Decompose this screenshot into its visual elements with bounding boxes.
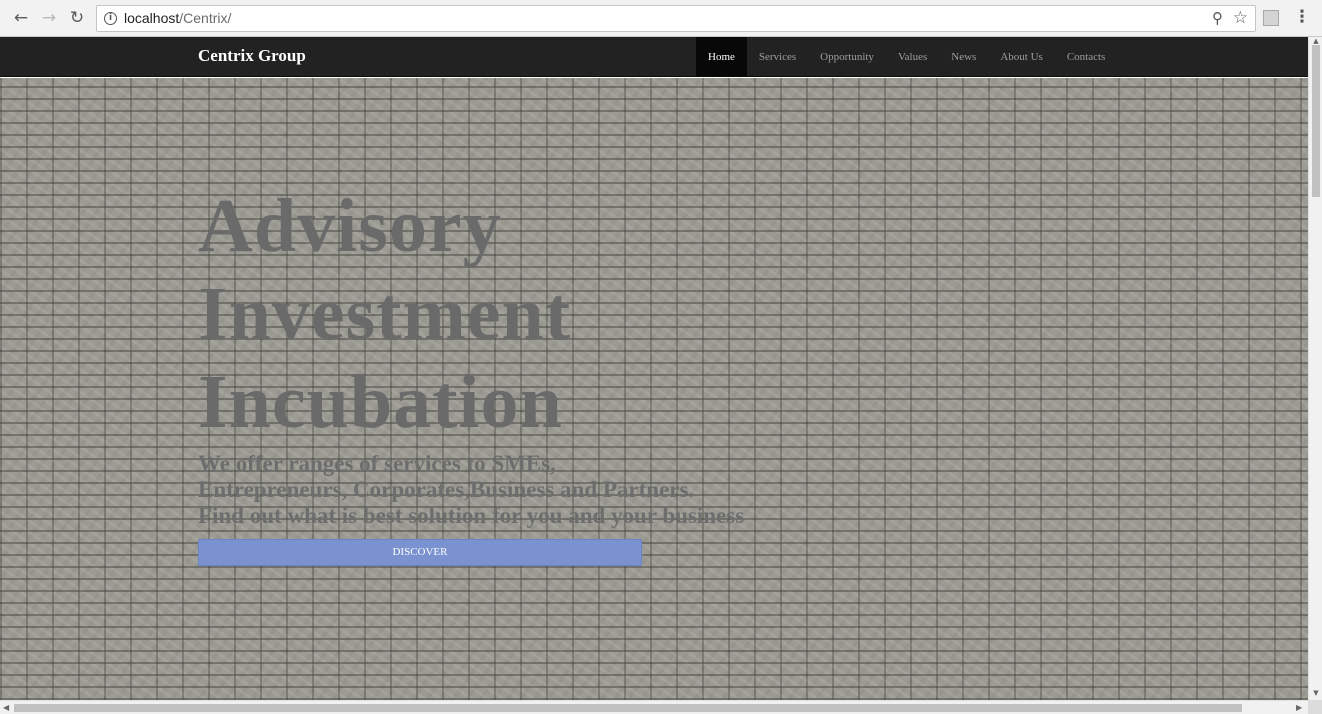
url-host: localhost (124, 10, 180, 26)
nav-item-values[interactable]: Values (886, 37, 939, 77)
vertical-scrollbar[interactable]: ▲ ▼ (1308, 37, 1322, 700)
subtext-line-1: We offer ranges of services to SMEs, (198, 451, 556, 476)
url-path: /Centrix/ (179, 10, 232, 26)
address-bar[interactable]: i localhost/Centrix/ ⚲ ☆ (96, 5, 1256, 32)
hero-headline: Advisory Investment Incubation (198, 182, 571, 446)
url-text[interactable]: localhost/Centrix/ (124, 10, 231, 26)
scroll-left-icon[interactable]: ◀ (3, 703, 9, 712)
subtext-line-2: Entrepreneurs, Corporates,Business and P… (198, 477, 695, 502)
kebab-menu-icon[interactable]: ⋮ (1292, 7, 1312, 27)
nav-item-opportunity[interactable]: Opportunity (808, 37, 886, 77)
discover-button[interactable]: DISCOVER (198, 539, 642, 566)
nav-item-home[interactable]: Home (696, 37, 747, 77)
nav-item-news[interactable]: News (939, 37, 988, 77)
info-icon[interactable]: i (104, 12, 117, 25)
horizontal-scroll-thumb[interactable] (14, 704, 1242, 712)
headline-line-incubation: Incubation (198, 360, 563, 444)
nav-item-services[interactable]: Services (747, 37, 808, 77)
reload-icon[interactable]: ↻ (65, 7, 89, 29)
zoom-icon[interactable]: ⚲ (1212, 9, 1223, 27)
nav-item-about-us[interactable]: About Us (988, 37, 1054, 77)
forward-arrow-icon[interactable]: → (37, 7, 61, 29)
hero-subtext: We offer ranges of services to SMEs, Ent… (198, 451, 744, 529)
page-viewport: Centrix Group Home Services Opportunity … (0, 37, 1308, 700)
back-arrow-icon[interactable]: ← (9, 7, 33, 29)
headline-line-advisory: Advisory (198, 184, 502, 268)
nav-menu: Home Services Opportunity Values News Ab… (696, 37, 1117, 77)
vertical-scroll-thumb[interactable] (1312, 45, 1320, 197)
star-icon[interactable]: ☆ (1233, 8, 1248, 28)
extension-icon[interactable] (1263, 10, 1279, 26)
nav-item-contacts[interactable]: Contacts (1055, 37, 1118, 77)
brand-logo-text[interactable]: Centrix Group (198, 46, 306, 66)
scrollbar-corner (1308, 700, 1322, 714)
scroll-down-icon[interactable]: ▼ (1311, 689, 1321, 697)
browser-toolbar: ← → ↻ i localhost/Centrix/ ⚲ ☆ ⋮ (0, 0, 1322, 37)
scroll-right-icon[interactable]: ▶ (1296, 703, 1302, 712)
hero-section: Advisory Investment Incubation We offer … (0, 78, 1308, 700)
subtext-line-3: Find out what is best solution for you a… (198, 503, 745, 528)
horizontal-scrollbar[interactable]: ◀ ▶ (0, 700, 1308, 714)
headline-line-investment: Investment (198, 272, 572, 356)
site-navbar: Centrix Group Home Services Opportunity … (0, 37, 1308, 77)
scroll-up-icon[interactable]: ▲ (1311, 37, 1321, 45)
